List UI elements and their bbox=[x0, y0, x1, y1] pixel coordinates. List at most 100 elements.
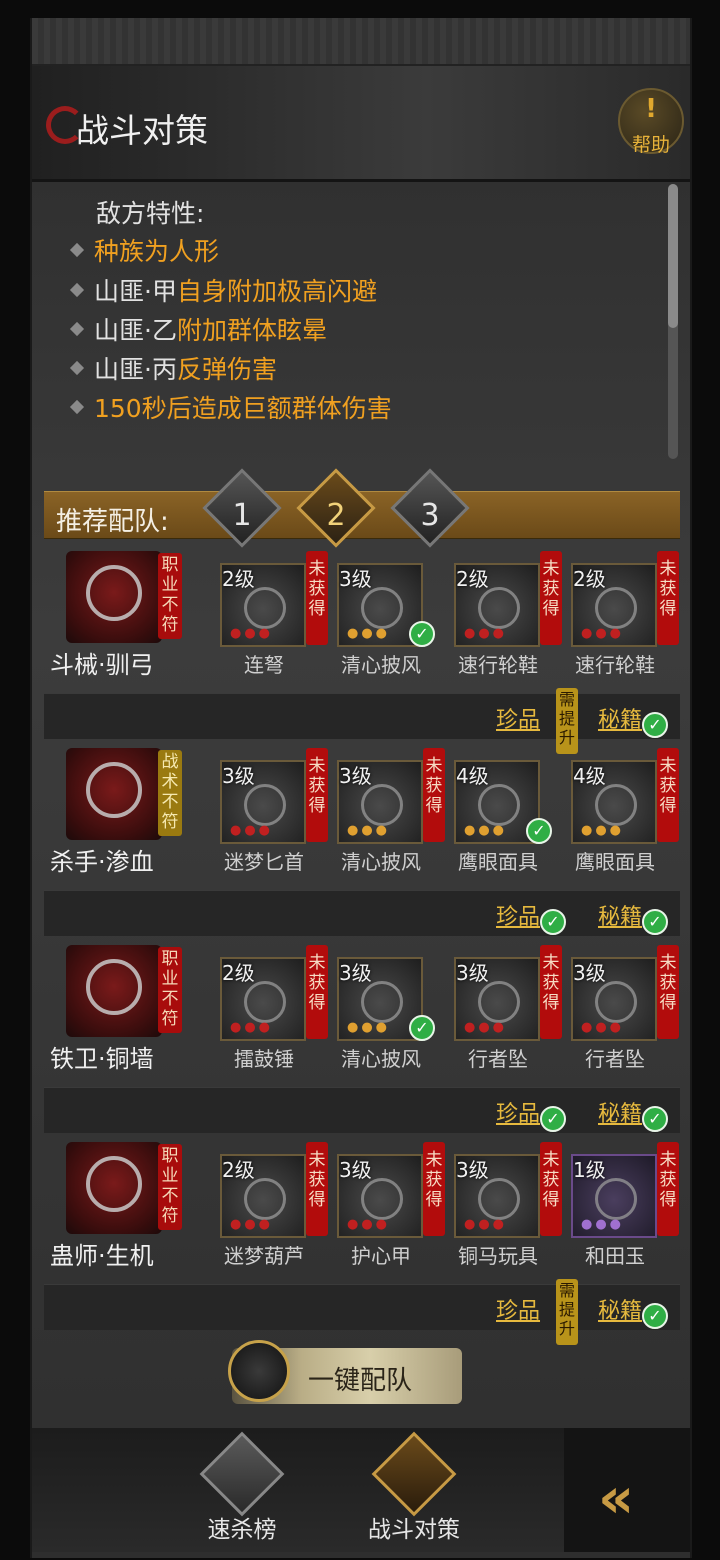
equipment-name: 速行轮鞋 bbox=[575, 653, 655, 677]
secret-link[interactable]: 秘籍 bbox=[598, 899, 642, 931]
treasure-link[interactable]: 珍品 bbox=[496, 1096, 540, 1128]
equipment-slot[interactable]: ●●● 2级 未获得 速行轮鞋 bbox=[454, 551, 562, 677]
bullet-diamond-icon bbox=[69, 242, 85, 258]
not-obtained-tag: 未获得 bbox=[657, 551, 679, 645]
treasure-secret-bar: 珍品 需提升 秘籍 ✓ bbox=[44, 688, 680, 754]
equipment-icon bbox=[595, 784, 637, 826]
equipment-icon bbox=[595, 981, 637, 1023]
hero-portrait[interactable] bbox=[66, 748, 162, 840]
secret-check-icon: ✓ bbox=[642, 1303, 668, 1329]
trait-item: 山匪·甲自身附加极高闪避 bbox=[68, 272, 377, 308]
equipment-slot[interactable]: ●●● 2级 未获得 擂鼓锤 bbox=[220, 945, 328, 1071]
hero-name: 斗械·驯弓 bbox=[50, 651, 154, 679]
scroll-icon bbox=[199, 1431, 285, 1517]
exclamation-icon: ! bbox=[645, 94, 657, 124]
secret-check-icon: ✓ bbox=[642, 712, 668, 738]
back-button[interactable]: « bbox=[564, 1428, 690, 1552]
trait-prefix: 山匪·乙 bbox=[94, 316, 177, 345]
one-key-label: 一键配队 bbox=[308, 1366, 413, 1396]
equipment-slot[interactable]: ●●● 3级 未获得 行者坠 bbox=[571, 945, 679, 1071]
not-obtained-tag: 未获得 bbox=[657, 1142, 679, 1236]
trait-highlight: 自身附加极高闪避 bbox=[176, 277, 377, 306]
treasure-link[interactable]: 珍品 bbox=[496, 702, 540, 734]
treasure-link[interactable]: 珍品 bbox=[496, 1293, 540, 1325]
equipment-slot[interactable]: ●●● 4级 ✓ 鹰眼面具 bbox=[454, 760, 552, 874]
nav-item-kill-rank[interactable]: 速杀榜 bbox=[182, 1428, 302, 1552]
hero-portrait[interactable] bbox=[66, 1142, 162, 1234]
equipment-icon bbox=[361, 784, 403, 826]
equipment-slot[interactable]: ●●● 4级 未获得 鹰眼面具 bbox=[571, 748, 679, 874]
not-obtained-tag: 未获得 bbox=[540, 1142, 562, 1236]
title-bar: 战斗对策 ! 帮助 bbox=[32, 66, 690, 182]
equipment-name: 铜马玩具 bbox=[458, 1244, 538, 1268]
hero-emblem-icon bbox=[86, 1156, 142, 1212]
not-obtained-tag: 未获得 bbox=[657, 945, 679, 1039]
equipment-level: 3级 bbox=[339, 764, 372, 788]
owned-check-icon: ✓ bbox=[409, 621, 435, 647]
equipment-slot[interactable]: ●●● 3级 未获得 清心披风 bbox=[337, 748, 445, 874]
treasure-link[interactable]: 珍品 bbox=[496, 899, 540, 931]
bullet-diamond-icon bbox=[69, 321, 85, 337]
equipment-level: 3级 bbox=[456, 1158, 489, 1182]
trait-item: 150秒后造成巨额群体伤害 bbox=[68, 389, 392, 425]
star-dots-icon: ●●● bbox=[230, 823, 274, 838]
help-button[interactable]: ! 帮助 bbox=[618, 88, 684, 156]
treasure-secret-bar: 珍品 ✓ 秘籍 ✓ bbox=[44, 890, 680, 936]
hero-emblem-icon bbox=[86, 959, 142, 1015]
equipment-slot[interactable]: ●●● 3级 ✓ 清心披风 bbox=[337, 957, 435, 1071]
equipment-slot[interactable]: ●●● 2级 未获得 速行轮鞋 bbox=[571, 551, 679, 677]
character-icon bbox=[371, 1431, 457, 1517]
not-obtained-tag: 未获得 bbox=[306, 551, 328, 645]
equipment-slot[interactable]: ●●● 3级 未获得 铜马玩具 bbox=[454, 1142, 562, 1268]
treasure-check-icon: ✓ bbox=[540, 1106, 566, 1132]
equipment-icon bbox=[478, 784, 520, 826]
equipment-icon bbox=[478, 587, 520, 629]
tab-1-label: 1 bbox=[232, 498, 252, 533]
equipment-level: 3级 bbox=[222, 764, 255, 788]
equipment-level: 2级 bbox=[456, 567, 489, 591]
star-dots-icon: ●●● bbox=[464, 626, 508, 641]
trait-item: 山匪·丙反弹伤害 bbox=[68, 350, 277, 386]
trait-highlight: 反弹伤害 bbox=[176, 355, 277, 384]
traits-scrollbar-thumb[interactable] bbox=[668, 184, 678, 328]
trait-prefix: 山匪·丙 bbox=[94, 355, 177, 384]
treasure-secret-bar: 珍品 需提升 秘籍 ✓ bbox=[44, 1279, 680, 1345]
secret-link[interactable]: 秘籍 bbox=[598, 1096, 642, 1128]
equipment-slot[interactable]: ●●● 3级 未获得 行者坠 bbox=[454, 945, 562, 1071]
equipment-icon bbox=[478, 1178, 520, 1220]
nav-item-battle-strategy[interactable]: 战斗对策 bbox=[354, 1428, 474, 1552]
equipment-slot[interactable]: ●●● 3级 ✓ 清心披风 bbox=[337, 563, 435, 677]
trait-item: 山匪·乙附加群体眩晕 bbox=[68, 311, 327, 347]
bullet-diamond-icon bbox=[69, 282, 85, 298]
equipment-slot[interactable]: ●●● 2级 未获得 迷梦葫芦 bbox=[220, 1142, 328, 1268]
equipment-icon bbox=[361, 587, 403, 629]
equipment-slot[interactable]: ●●● 1级 未获得 和田玉 bbox=[571, 1142, 679, 1268]
equipment-name: 和田玉 bbox=[585, 1244, 645, 1268]
nav-label: 战斗对策 bbox=[368, 1517, 460, 1543]
equipment-slot[interactable]: ●●● 2级 连弩 未获得 bbox=[220, 551, 328, 677]
equipment-icon bbox=[361, 981, 403, 1023]
owned-check-icon: ✓ bbox=[526, 818, 552, 844]
equipment-icon bbox=[244, 981, 286, 1023]
treasure-secret-bar: 珍品 ✓ 秘籍 ✓ bbox=[44, 1087, 680, 1133]
secret-check-icon: ✓ bbox=[642, 1106, 668, 1132]
equipment-slot[interactable]: ●●● 3级 未获得 护心甲 bbox=[337, 1142, 445, 1268]
owned-check-icon: ✓ bbox=[409, 1015, 435, 1041]
double-chevron-left-icon: « bbox=[598, 1466, 634, 1531]
equipment-name: 连弩 bbox=[244, 653, 284, 677]
equipment-slot[interactable]: ●●● 3级 未获得 迷梦匕首 bbox=[220, 748, 328, 874]
secret-link[interactable]: 秘籍 bbox=[598, 1293, 642, 1325]
tab-2-label: 2 bbox=[326, 498, 346, 533]
equipment-level: 1级 bbox=[573, 1158, 606, 1182]
equipment-level: 2级 bbox=[222, 961, 255, 985]
hero-portrait[interactable] bbox=[66, 551, 162, 643]
equipment-icon bbox=[595, 1178, 637, 1220]
equipment-level: 2级 bbox=[222, 1158, 255, 1182]
trait-item: 种族为人形 bbox=[68, 232, 219, 268]
equipment-icon bbox=[361, 1178, 403, 1220]
hero-portrait[interactable] bbox=[66, 945, 162, 1037]
hero-emblem-icon bbox=[86, 565, 142, 621]
not-obtained-tag: 未获得 bbox=[423, 1142, 445, 1236]
secret-link[interactable]: 秘籍 bbox=[598, 702, 642, 734]
not-obtained-tag: 未获得 bbox=[423, 748, 445, 842]
